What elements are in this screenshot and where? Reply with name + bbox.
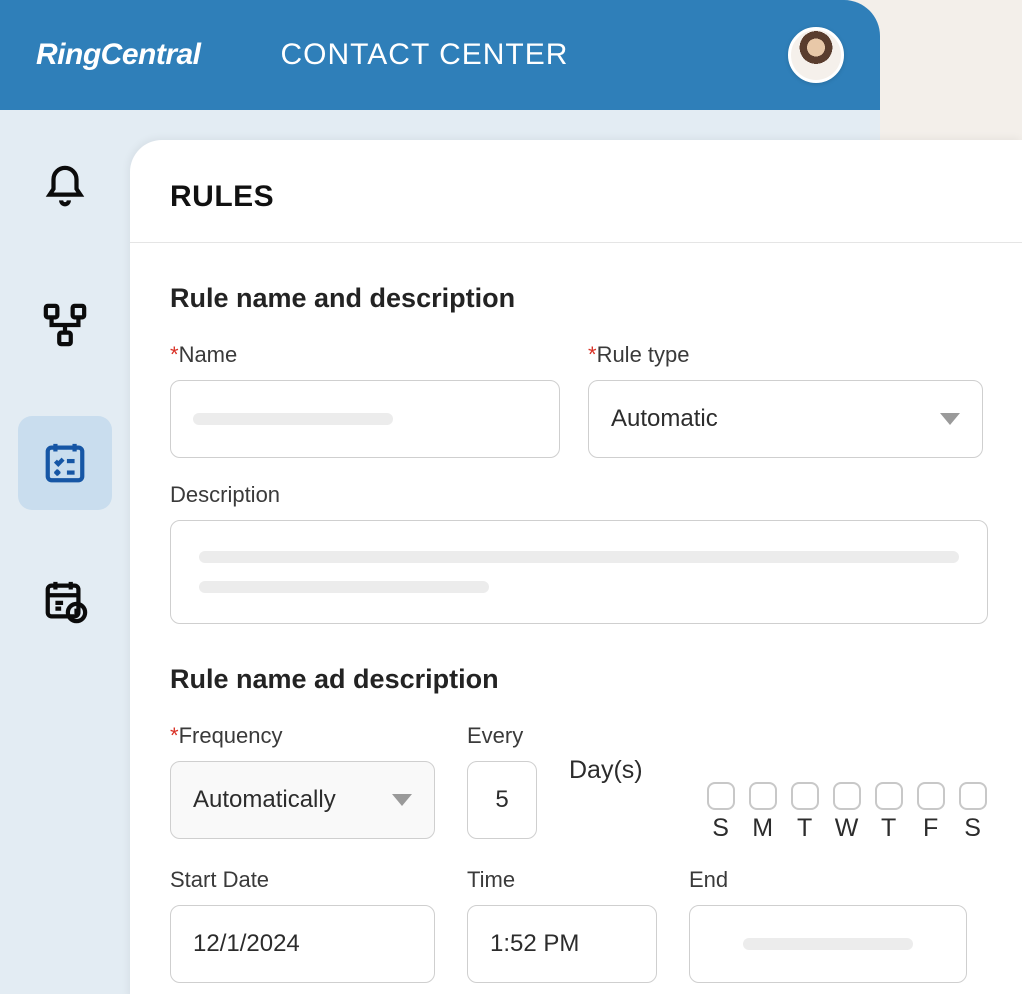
ruletype-value: Automatic [611,405,718,433]
nav-workflow[interactable] [18,278,112,372]
dow-label: T [791,814,819,843]
section1-heading: Rule name and description [170,283,982,314]
app-header: RingCentral CONTACT CENTER [0,0,880,110]
dow-label: T [875,814,903,843]
nav-notifications[interactable] [18,140,112,234]
day-of-week-picker: S M T W T F S [707,782,987,843]
start-date-value: 12/1/2024 [193,930,300,958]
frequency-label: *Frequency [170,723,435,749]
placeholder-skeleton [199,551,959,563]
checklist-calendar-icon [42,440,88,486]
name-field: *Name [170,342,560,458]
name-input[interactable] [170,380,560,458]
nav-rules[interactable] [18,416,112,510]
panel-title: RULES [130,180,1022,243]
every-value: 5 [495,786,508,814]
every-field: Every 5 [467,723,537,839]
unit-label: Day(s) [569,756,643,807]
chevron-down-icon [940,413,960,425]
dow-checkbox-fri[interactable] [917,782,945,810]
ruletype-label: *Rule type [588,342,983,368]
time-input[interactable]: 1:52 PM [467,905,657,983]
dow-checkbox-sun[interactable] [707,782,735,810]
end-field: End [689,867,967,983]
schedule-clock-icon [42,578,88,624]
ruletype-field: *Rule type Automatic [588,342,983,458]
dow-checkbox-sat[interactable] [959,782,987,810]
description-input[interactable] [170,520,988,624]
user-avatar[interactable] [788,27,844,83]
time-field: Time 1:52 PM [467,867,657,983]
dow-checkbox-wed[interactable] [833,782,861,810]
brand-logo: RingCentral [36,38,201,72]
start-date-label: Start Date [170,867,435,893]
dow-label: M [749,814,777,843]
section-name-description: Rule name and description *Name *Rule ty… [130,243,1022,624]
chevron-down-icon [392,794,412,806]
description-field: Description [170,482,982,624]
section-schedule: Rule name ad description *Frequency Auto… [130,624,1022,983]
ruletype-select[interactable]: Automatic [588,380,983,458]
dow-checkbox-mon[interactable] [749,782,777,810]
nav-schedule[interactable] [18,554,112,648]
dow-label: F [917,814,945,843]
name-label: *Name [170,342,560,368]
workflow-icon [42,302,88,348]
rules-panel: RULES Rule name and description *Name *R… [130,140,1022,994]
dow-checkbox-tue[interactable] [791,782,819,810]
header-title: CONTACT CENTER [281,38,569,72]
placeholder-skeleton [199,581,489,593]
time-value: 1:52 PM [490,930,579,958]
every-label: Every [467,723,537,749]
time-label: Time [467,867,657,893]
start-date-field: Start Date 12/1/2024 [170,867,435,983]
placeholder-skeleton [743,938,913,950]
bell-icon [42,164,88,210]
placeholder-skeleton [193,413,393,425]
dow-checkbox-thu[interactable] [875,782,903,810]
frequency-value: Automatically [193,786,336,814]
frequency-select[interactable]: Automatically [170,761,435,839]
description-label: Description [170,482,982,508]
section2-heading: Rule name ad description [170,664,982,695]
sidebar [0,120,130,648]
dow-label: S [707,814,735,843]
every-input[interactable]: 5 [467,761,537,839]
dow-label: W [833,814,861,843]
start-date-input[interactable]: 12/1/2024 [170,905,435,983]
dow-label: S [959,814,987,843]
end-input[interactable] [689,905,967,983]
frequency-field: *Frequency Automatically [170,723,435,839]
end-label: End [689,867,967,893]
